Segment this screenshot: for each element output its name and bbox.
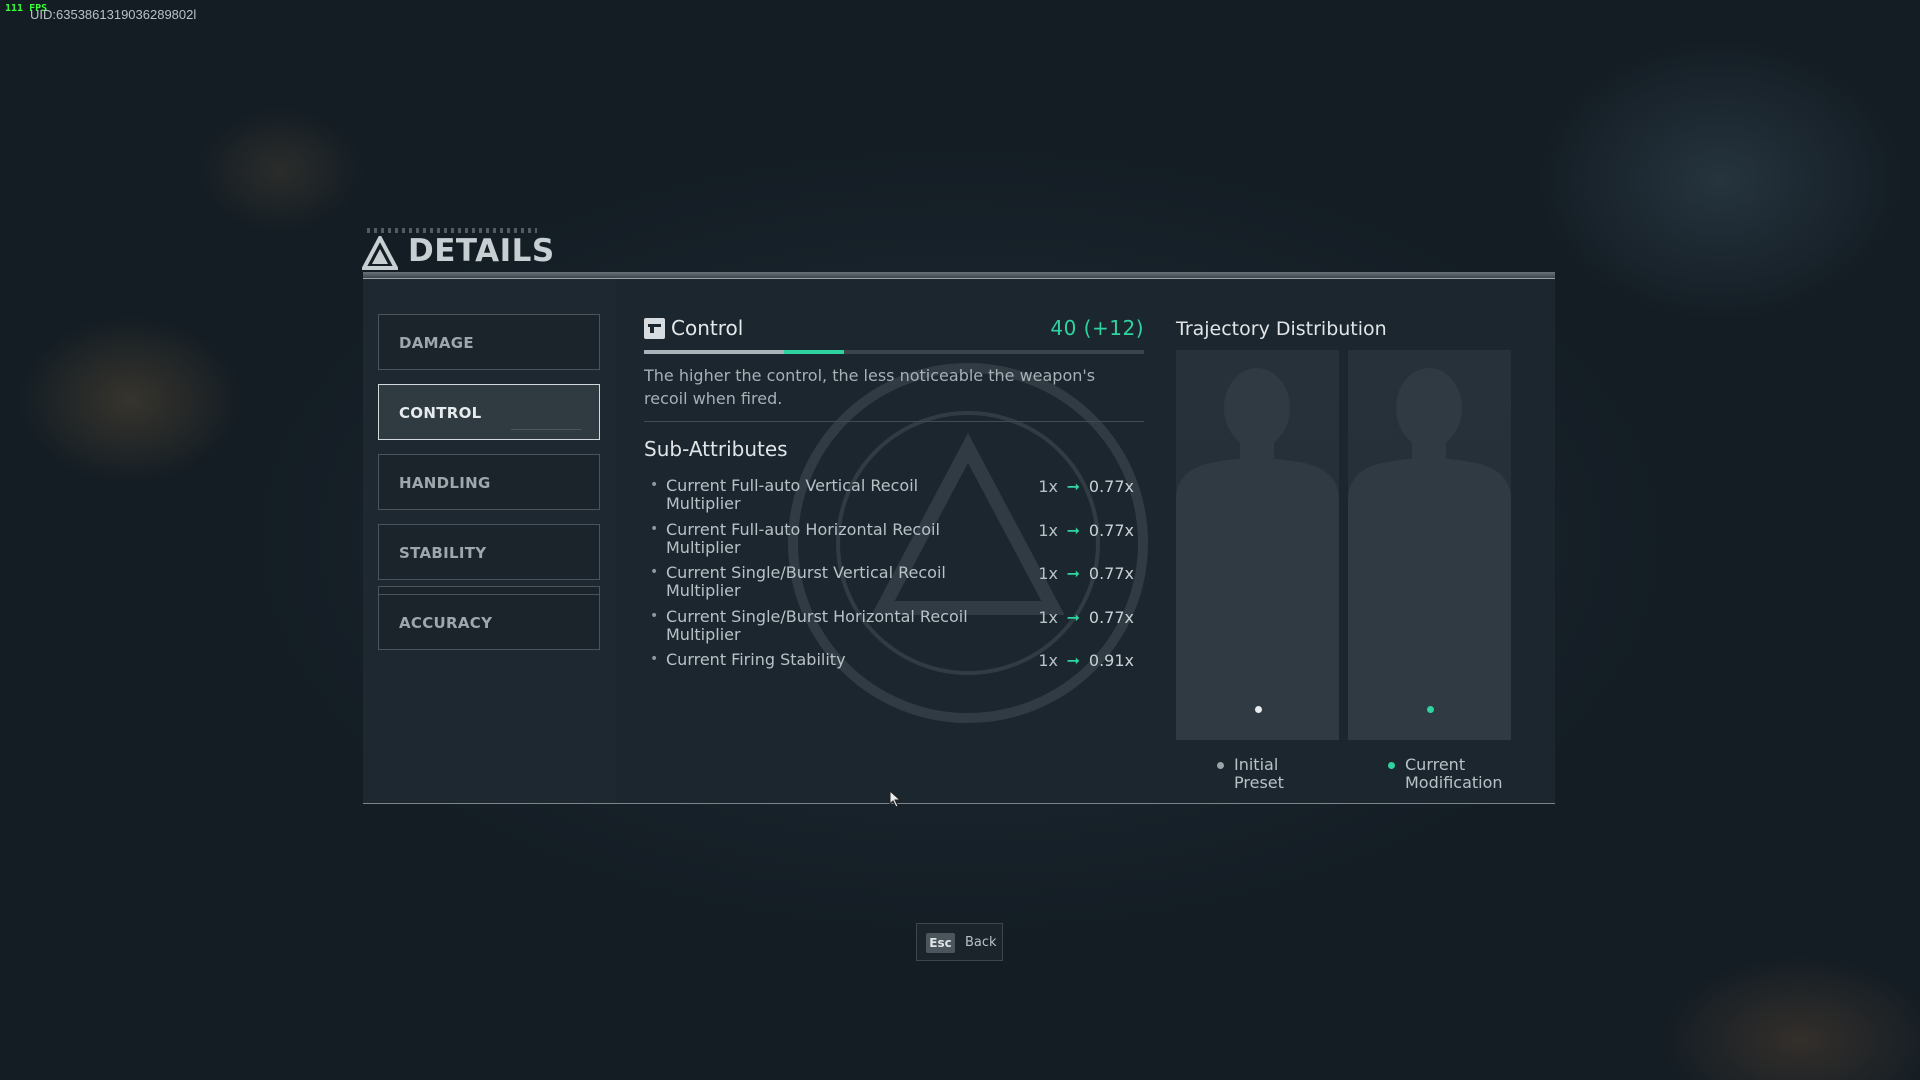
impact-dot <box>1427 706 1434 713</box>
list-item: • Current Single/Burst Horizontal Recoil… <box>644 608 1144 648</box>
stat-bar-base-fill <box>644 350 784 354</box>
arrow-right-icon: ➞ <box>1066 477 1080 496</box>
value-from: 1x <box>1038 564 1058 583</box>
stat-bar-bonus-fill <box>784 350 844 354</box>
legend-dot <box>1217 762 1224 769</box>
stat-name: Control <box>671 316 744 340</box>
impact-dot <box>1255 706 1262 713</box>
tab-handling[interactable]: HANDLING <box>378 454 600 510</box>
sub-attributes-title: Sub-Attributes <box>644 437 788 461</box>
stat-progress-bar <box>644 350 1144 354</box>
silhouette-target-icon <box>1176 368 1339 740</box>
page-title: DETAILS <box>408 233 555 269</box>
tab-label: DAMAGE <box>399 334 474 352</box>
trajectory-title: Trajectory Distribution <box>1176 318 1387 340</box>
tab-accuracy[interactable]: ACCURACY <box>378 594 600 650</box>
sub-attribute-name: Current Firing Stability <box>666 650 846 669</box>
tab-label: HANDLING <box>399 474 491 492</box>
target-initial-preset <box>1176 350 1339 740</box>
sub-attribute-name: Current Single/Burst Vertical Recoil Mul… <box>666 563 946 600</box>
bullet: • <box>650 521 659 537</box>
uid-label: UID:6353861319036289802l <box>30 7 197 22</box>
value-from: 1x <box>1038 521 1058 540</box>
list-item: • Current Single/Burst Vertical Recoil M… <box>644 564 1144 604</box>
sub-attribute-name: Current Full-auto Horizontal Recoil Mult… <box>666 520 940 557</box>
sub-attribute-name: Current Single/Burst Horizontal Recoil M… <box>666 607 968 644</box>
panel-bottom-line <box>363 803 1555 804</box>
arrow-right-icon: ➞ <box>1066 564 1080 583</box>
arrow-right-icon: ➞ <box>1066 521 1080 540</box>
pistol-icon <box>644 318 665 339</box>
value-to: 0.91x <box>1088 651 1134 670</box>
back-label: Back <box>965 935 997 950</box>
tab-label: CONTROL <box>399 404 482 422</box>
esc-key-icon: Esc <box>926 933 955 953</box>
stat-value: 40 (+12) <box>1050 316 1144 340</box>
value-from: 1x <box>1038 477 1058 496</box>
tab-damage[interactable]: DAMAGE <box>378 314 600 370</box>
delta-logo-icon <box>362 236 398 270</box>
list-item: • Current Firing Stability 1x ➞ 0.91x <box>644 651 1144 691</box>
value-to: 0.77x <box>1088 608 1134 627</box>
value-from: 1x <box>1038 608 1058 627</box>
value-to: 0.77x <box>1088 521 1134 540</box>
panel-top-bar <box>363 272 1555 279</box>
target-current-modification <box>1348 350 1511 740</box>
tab-stability[interactable]: STABILITY <box>378 524 600 580</box>
value-from: 1x <box>1038 651 1058 670</box>
tab-label: ACCURACY <box>399 614 493 632</box>
bullet: • <box>650 477 659 493</box>
bullet: • <box>650 651 659 667</box>
sub-attribute-name: Current Full-auto Vertical Recoil Multip… <box>666 476 919 513</box>
silhouette-target-icon <box>1348 368 1511 740</box>
tab-control[interactable]: CONTROL <box>378 384 600 440</box>
legend-dot <box>1388 762 1395 769</box>
details-header: DETAILS <box>362 228 662 276</box>
arrow-right-icon: ➞ <box>1066 651 1080 670</box>
section-divider <box>644 421 1144 422</box>
value-to: 0.77x <box>1088 477 1134 496</box>
legend-label: Current Modification <box>1405 755 1503 792</box>
value-to: 0.77x <box>1088 564 1134 583</box>
arrow-right-icon: ➞ <box>1066 608 1080 627</box>
back-button[interactable]: Esc Back <box>916 923 1003 961</box>
list-item: • Current Full-auto Horizontal Recoil Mu… <box>644 521 1144 561</box>
mouse-cursor-icon <box>889 790 902 808</box>
tab-label: STABILITY <box>399 544 487 562</box>
bullet: • <box>650 564 659 580</box>
tab-decoration <box>511 415 581 430</box>
stat-description: The higher the control, the less noticea… <box>644 366 1096 408</box>
list-item: • Current Full-auto Vertical Recoil Mult… <box>644 477 1144 517</box>
legend-label: Initial Preset <box>1234 755 1284 792</box>
bullet: • <box>650 608 659 624</box>
